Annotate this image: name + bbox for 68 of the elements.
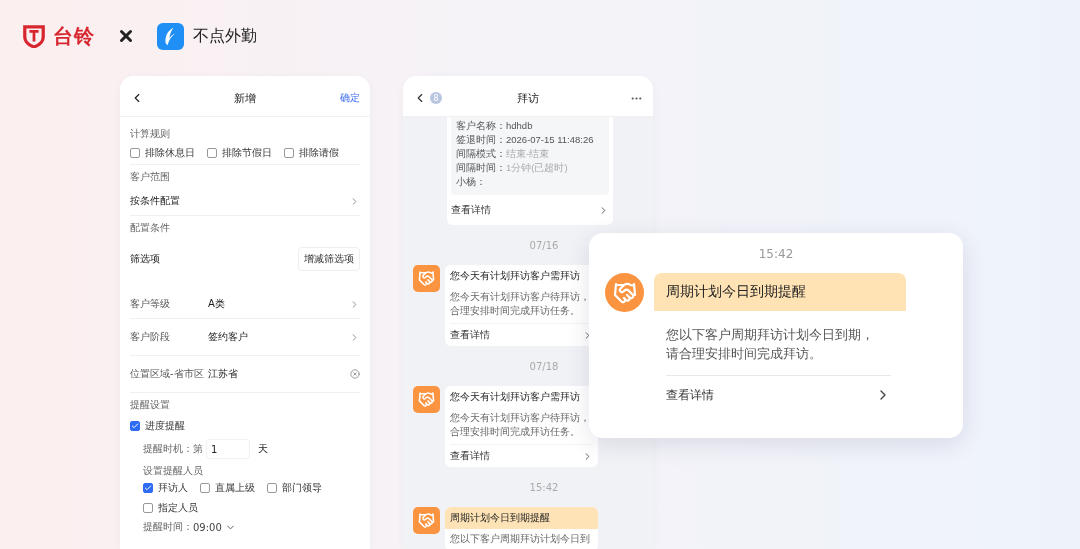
checkbox[interactable] [207, 148, 217, 158]
message-title: 周期计划今日到期提醒 [654, 273, 906, 311]
message-text: 您今天有计划拜访客户待拜访，合理安排时间完成拜访任务。 [449, 411, 591, 439]
timestamp: 07/18 [529, 359, 559, 374]
view-details-link[interactable]: 查看详情 [451, 203, 491, 217]
info-line: 间隔时间：1分钟(已超时) [456, 161, 569, 175]
checkbox[interactable] [130, 148, 140, 158]
info-line: 间隔模式：结束-结束 [456, 147, 551, 161]
condition-value[interactable]: 江苏省 [208, 367, 350, 381]
condition-label: 客户等级 [130, 297, 171, 311]
message-text: 您以下客户周期拜访计划今日到期，请合理安排时间完成拜访。 [665, 326, 875, 363]
checkbox-label: 排除休息日 [145, 146, 195, 160]
timestamp: 15:42 [758, 247, 794, 261]
unit-label: 天 [258, 442, 269, 456]
section-label: 提醒设置 [130, 398, 171, 412]
checkbox-label: 直属上级 [215, 481, 255, 495]
cross-icon [117, 27, 135, 45]
info-line: 小杨： [456, 175, 487, 189]
screen-title: 新增 [234, 90, 256, 106]
screen-title: 拜访 [517, 90, 539, 106]
scope-option[interactable]: 按条件配置 [130, 194, 349, 208]
checkbox-label: 部门领导 [282, 481, 322, 495]
confirm-link[interactable]: 确定 [340, 91, 360, 105]
handshake-avatar-icon [605, 273, 644, 312]
edit-filters-button[interactable]: 增减筛选项 [298, 247, 360, 271]
handshake-avatar-icon [413, 386, 440, 413]
people-label: 设置提醒人员 [143, 464, 203, 478]
checkbox[interactable] [267, 483, 277, 493]
checkbox[interactable] [143, 503, 153, 513]
view-details-link[interactable]: 查看详情 [666, 386, 714, 404]
checkbox-label: 进度提醒 [145, 419, 185, 433]
timestamp: 15:42 [529, 480, 559, 495]
condition-value[interactable]: A类 [208, 297, 349, 311]
message-text: 您今天有计划拜访客户待拜访，合理安排时间完成拜访任务。 [449, 290, 591, 318]
condition-label: 位置区域-省市区 [130, 367, 205, 381]
condition-value[interactable]: 签约客户 [208, 330, 349, 344]
checkbox[interactable] [143, 483, 153, 493]
feather-logo-icon [157, 22, 184, 50]
filter-label: 筛选项 [130, 252, 161, 266]
info-line: 签退时间：2026-07-15 11:48:26 [456, 133, 595, 147]
checkbox-label: 指定人员 [158, 501, 198, 515]
time-label: 提醒时间： [143, 520, 193, 534]
brand-name: 不点外勤 [193, 25, 257, 47]
checkbox[interactable] [200, 483, 210, 493]
shield-logo-icon [22, 24, 46, 48]
condition-label: 客户阶段 [130, 330, 171, 344]
section-label: 配置条件 [130, 221, 171, 235]
checkbox-label: 排除节假日 [222, 146, 272, 160]
time-value[interactable]: 09:00 [193, 521, 222, 533]
checkbox-label: 拜访人 [158, 481, 188, 495]
view-details-link[interactable]: 查看详情 [450, 449, 490, 463]
checkbox[interactable] [284, 148, 294, 158]
brand-name: 台铃 [53, 22, 95, 50]
section-label: 客户范围 [130, 170, 171, 184]
view-details-link[interactable]: 查看详情 [450, 328, 490, 342]
clear-icon[interactable] [350, 369, 360, 379]
handshake-avatar-icon [413, 507, 440, 534]
info-line: 客户名称：hdhdb [456, 119, 534, 133]
day-input[interactable]: 1 [206, 439, 250, 459]
section-label: 计算规则 [130, 127, 171, 141]
checkbox-label: 排除请假 [299, 146, 339, 160]
checkbox[interactable] [130, 421, 140, 431]
message-title: 周期计划今日到期提醒 [445, 507, 598, 529]
unread-badge: 8 [430, 92, 442, 104]
timestamp: 07/16 [529, 238, 559, 253]
handshake-avatar-icon [413, 265, 440, 292]
timing-label: 提醒时机：第 [143, 442, 203, 456]
message-text: 您以下客户周期拜访计划今日到 [449, 532, 591, 546]
